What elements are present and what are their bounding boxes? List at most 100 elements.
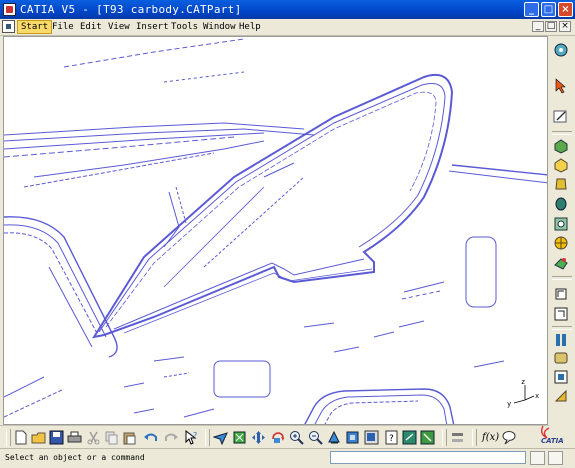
save-icon[interactable]: [49, 430, 64, 445]
menu-edit[interactable]: Edit: [77, 21, 105, 33]
whats-this-icon[interactable]: ?: [184, 429, 199, 445]
close-button[interactable]: ×: [558, 2, 573, 17]
fit-all-icon[interactable]: [232, 430, 247, 445]
pad-icon[interactable]: [553, 138, 569, 154]
document-icon[interactable]: [2, 20, 15, 33]
toolbar-grip[interactable]: [472, 429, 477, 446]
menu-window[interactable]: Window: [200, 21, 239, 33]
hide-show-icon[interactable]: ?: [384, 430, 399, 445]
toolbar-grip[interactable]: [442, 429, 447, 446]
catia-logo-text: CATIA: [541, 437, 564, 445]
menu-insert[interactable]: Insert: [133, 21, 172, 33]
bottom-frame-curve: [4, 376, 45, 398]
title-bar: CATIA V5 - [T93 carbody.CATPart] _ □ ×: [0, 0, 575, 19]
rotate-icon[interactable]: [270, 430, 285, 445]
fly-mode-icon[interactable]: [212, 430, 228, 446]
multi-section-icon[interactable]: [553, 306, 569, 322]
render-style-icon[interactable]: [364, 430, 379, 445]
open-icon[interactable]: [31, 430, 46, 445]
command-stop-button[interactable]: [530, 451, 545, 465]
chamfer-icon[interactable]: [553, 350, 569, 366]
geometry-viewport[interactable]: z y x: [3, 36, 548, 425]
bottom-frame-curve: [4, 388, 65, 418]
dash-mark: [403, 281, 445, 293]
compass-x-label: x: [535, 392, 539, 400]
hole-icon[interactable]: [553, 216, 569, 232]
top-dashed-line: [63, 38, 245, 68]
pan-icon[interactable]: [251, 430, 266, 445]
menu-file[interactable]: File: [49, 21, 77, 33]
slot-icon[interactable]: [553, 255, 569, 271]
groove-icon[interactable]: [553, 196, 569, 212]
panel-crease-line: [175, 186, 187, 224]
cut-icon[interactable]: [86, 430, 101, 445]
bottom-toolbar: ? ? f(x): [0, 425, 549, 449]
catia-app-icon[interactable]: [3, 3, 16, 16]
menu-start[interactable]: Start: [17, 20, 53, 34]
copy-icon[interactable]: [104, 430, 119, 445]
doc-minimize-button[interactable]: _: [532, 21, 544, 32]
formula-icon[interactable]: f(x): [482, 430, 502, 445]
maximize-button[interactable]: □: [541, 2, 556, 17]
menu-bar: Start File Edit View Insert Tools Window…: [0, 19, 575, 36]
stiffener-icon[interactable]: [553, 286, 569, 302]
pocket-icon[interactable]: [553, 157, 569, 173]
compass-icon[interactable]: [553, 42, 569, 58]
toolbar-grip[interactable]: [205, 429, 210, 446]
swap-space-icon[interactable]: [402, 430, 417, 445]
shell-icon[interactable]: [553, 388, 569, 404]
normal-view-icon[interactable]: [327, 430, 342, 445]
compass-axis-icon: [513, 385, 535, 404]
cutout-shape: [213, 360, 271, 398]
shaft-icon[interactable]: [553, 176, 569, 192]
headlight-detail-line: [263, 162, 295, 178]
bottom-frame-curve: [324, 400, 419, 424]
tools-icon[interactable]: [450, 430, 465, 445]
update-icon[interactable]: [420, 430, 435, 445]
upper-band-line: [23, 152, 215, 188]
draft-icon[interactable]: [553, 369, 569, 385]
dash-mark: [473, 360, 505, 368]
paste-icon[interactable]: [122, 430, 137, 445]
command-list-button[interactable]: [548, 451, 563, 465]
new-icon[interactable]: [13, 430, 28, 445]
doc-close-button[interactable]: ×: [559, 21, 571, 32]
knowledge-icon[interactable]: [502, 430, 517, 445]
redo-icon[interactable]: [164, 430, 179, 445]
menu-view[interactable]: View: [105, 21, 133, 33]
toolbar-grip[interactable]: [6, 429, 11, 446]
dash-mark: [183, 408, 215, 418]
dash-mark: [373, 331, 395, 338]
select-icon[interactable]: [553, 78, 569, 94]
wireframe-drawing: z y x: [4, 38, 547, 424]
svg-text:?: ?: [389, 434, 394, 444]
fillet-icon[interactable]: [553, 332, 569, 348]
cutout-shape: [465, 236, 497, 308]
dash-mark: [163, 372, 190, 378]
dash-mark: [398, 320, 425, 328]
print-icon[interactable]: [67, 430, 82, 445]
menu-help[interactable]: Help: [236, 21, 264, 33]
zoom-in-icon[interactable]: [289, 430, 304, 445]
bottom-frame-curve: [304, 388, 455, 424]
window-title: CATIA V5 - [T93 carbody.CATPart]: [20, 3, 242, 16]
sketcher-icon[interactable]: [553, 108, 569, 124]
toolbar-separator: [552, 326, 572, 330]
toolbar-separator: [552, 131, 572, 135]
left-panel-curve: [4, 232, 100, 338]
minimize-button[interactable]: _: [524, 2, 539, 17]
headlight-outline: [91, 73, 454, 339]
headlight-inner-outline: [105, 91, 437, 328]
views-icon[interactable]: [345, 430, 360, 445]
compass-y-label: y: [507, 400, 511, 408]
dash-mark: [153, 356, 185, 362]
dash-mark: [123, 382, 145, 388]
left-panel-curve: [4, 224, 107, 338]
doc-restore-button[interactable]: □: [545, 21, 557, 32]
rib-icon[interactable]: [553, 235, 569, 251]
zoom-out-icon[interactable]: [308, 430, 323, 445]
status-message: Select an object or a command: [5, 453, 145, 462]
command-input[interactable]: [330, 451, 526, 464]
undo-icon[interactable]: [143, 430, 158, 445]
menu-tools[interactable]: Tools: [168, 21, 201, 33]
